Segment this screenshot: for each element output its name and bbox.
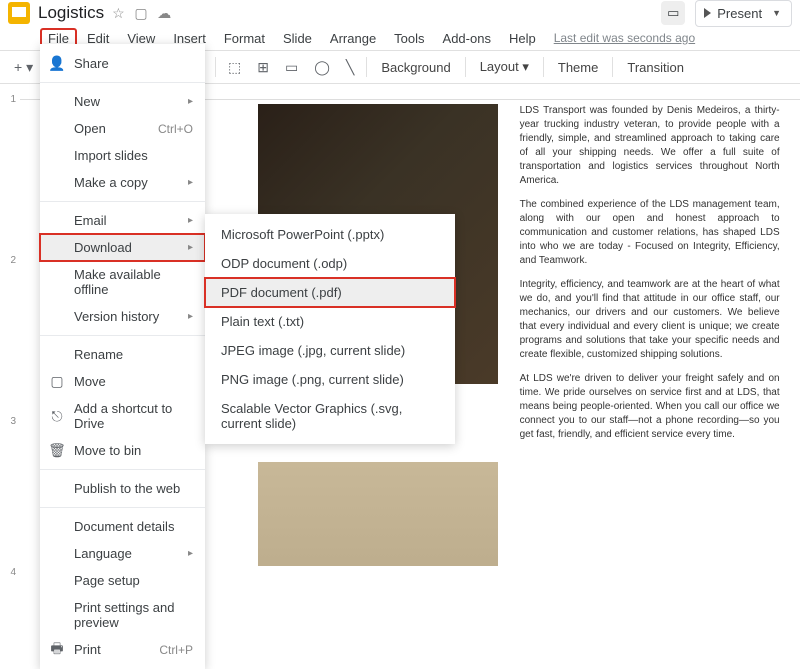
download-pptx[interactable]: Microsoft PowerPoint (.pptx) <box>205 220 455 249</box>
tb-background[interactable]: Background <box>373 60 458 75</box>
bin-icon: 🗑 <box>48 442 66 459</box>
download-png[interactable]: PNG image (.png, current slide) <box>205 365 455 394</box>
menu-tools[interactable]: Tools <box>386 28 432 49</box>
thumb-2[interactable]: 2 <box>0 255 20 266</box>
doc-title[interactable]: Logistics <box>38 3 104 23</box>
tb-transition[interactable]: Transition <box>619 60 692 75</box>
menu-page-setup[interactable]: Page setup <box>40 567 205 594</box>
download-jpg[interactable]: JPEG image (.jpg, current slide) <box>205 336 455 365</box>
folder-icon: ▢ <box>48 373 66 390</box>
last-edit[interactable]: Last edit was seconds ago <box>554 31 695 45</box>
download-svg[interactable]: Scalable Vector Graphics (.svg, current … <box>205 394 455 438</box>
folder-icon[interactable]: ▢ <box>134 5 147 21</box>
tb-theme[interactable]: Theme <box>550 60 606 75</box>
share-icon: 👤 <box>48 55 66 72</box>
menu-move[interactable]: ▢Move <box>40 368 205 395</box>
tb-layout[interactable]: Layout ▾ <box>472 59 537 75</box>
shape-icon[interactable]: ◯ <box>308 55 336 80</box>
menu-format[interactable]: Format <box>216 28 273 49</box>
slide-image-bottom <box>258 462 498 566</box>
menu-print[interactable]: 🖶PrintCtrl+P <box>40 636 205 663</box>
image-icon[interactable]: ▭ <box>279 55 304 80</box>
menu-import-slides[interactable]: Import slides <box>40 142 205 169</box>
slide-thumbnails: 1 2 3 4 <box>0 84 20 566</box>
chevron-down-icon[interactable]: ▼ <box>772 8 781 18</box>
menu-slide[interactable]: Slide <box>275 28 320 49</box>
download-odp[interactable]: ODP document (.odp) <box>205 249 455 278</box>
file-dropdown: 👤Share New▸ OpenCtrl+O Import slides Mak… <box>40 44 205 669</box>
menu-addons[interactable]: Add-ons <box>435 28 499 49</box>
thumb-3[interactable]: 3 <box>0 416 20 427</box>
menu-publish[interactable]: Publish to the web <box>40 475 205 502</box>
cloud-icon[interactable]: ☁ <box>157 5 171 21</box>
star-icon[interactable]: ☆ <box>112 5 125 21</box>
download-txt[interactable]: Plain text (.txt) <box>205 307 455 336</box>
present-button[interactable]: Present ▼ <box>695 0 792 27</box>
play-icon <box>704 8 711 18</box>
slides-logo <box>8 2 30 24</box>
textbox-icon[interactable]: ⊞ <box>251 55 275 80</box>
menu-share[interactable]: 👤Share <box>40 50 205 77</box>
print-icon: 🖶 <box>48 638 66 662</box>
menu-download[interactable]: Download▸ <box>40 234 205 261</box>
menu-new[interactable]: New▸ <box>40 88 205 115</box>
comments-icon[interactable]: ▭ <box>661 1 685 25</box>
menu-offline[interactable]: Make available offline <box>40 261 205 303</box>
thumb-4[interactable]: 4 <box>0 567 20 578</box>
title-icons: ☆ ▢ ☁ <box>112 5 177 22</box>
menu-open[interactable]: OpenCtrl+O <box>40 115 205 142</box>
select-icon[interactable]: ⬚ <box>222 55 247 80</box>
menu-move-bin[interactable]: 🗑Move to bin <box>40 437 205 464</box>
download-pdf[interactable]: PDF document (.pdf) <box>205 278 455 307</box>
menu-version-history[interactable]: Version history▸ <box>40 303 205 330</box>
menu-make-copy[interactable]: Make a copy▸ <box>40 169 205 196</box>
menu-doc-details[interactable]: Document details <box>40 513 205 540</box>
slide-text: LDS Transport was founded by Denis Medei… <box>520 104 780 452</box>
menu-print-settings[interactable]: Print settings and preview <box>40 594 205 636</box>
shortcut-icon: ⎋ <box>48 408 66 425</box>
present-label: Present <box>717 6 762 21</box>
new-slide-button[interactable]: + ▾ <box>8 55 39 80</box>
download-submenu: Microsoft PowerPoint (.pptx) ODP documen… <box>205 214 455 444</box>
menu-add-shortcut[interactable]: ⎋Add a shortcut to Drive <box>40 395 205 437</box>
line-icon[interactable]: ╲ <box>340 55 360 80</box>
menu-email[interactable]: Email▸ <box>40 207 205 234</box>
thumb-1[interactable]: 1 <box>0 94 20 105</box>
menu-language[interactable]: Language▸ <box>40 540 205 567</box>
menu-help[interactable]: Help <box>501 28 544 49</box>
menu-rename[interactable]: Rename <box>40 341 205 368</box>
menu-arrange[interactable]: Arrange <box>322 28 384 49</box>
